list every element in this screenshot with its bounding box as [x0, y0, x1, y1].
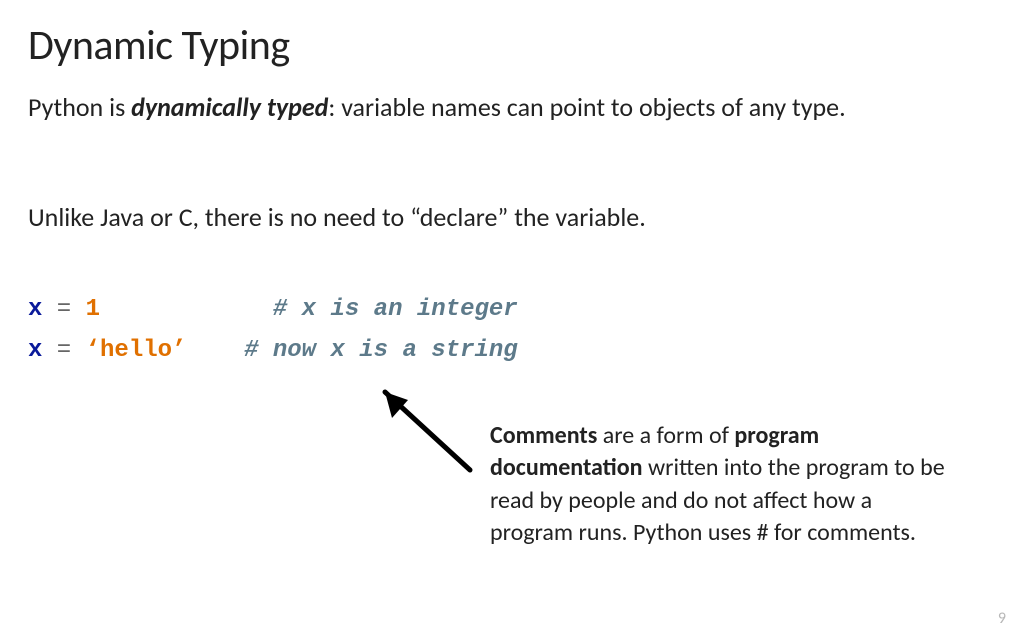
slide: Dynamic Typing Python is dynamically typ…	[0, 0, 1024, 640]
text: are a form of	[597, 421, 734, 450]
intro-paragraph: Python is dynamically typed: variable na…	[28, 90, 968, 125]
text: : variable names can point to objects of…	[328, 91, 845, 123]
code-comment: # x is an integer	[273, 296, 518, 323]
slide-title: Dynamic Typing	[28, 20, 290, 71]
comments-annotation: Comments are a form of program documenta…	[490, 420, 960, 550]
code-operator: =	[42, 296, 85, 323]
code-variable: x	[28, 296, 42, 323]
arrow-icon	[360, 380, 480, 490]
code-variable: x	[28, 337, 42, 364]
code-string: ‘hello’	[86, 337, 187, 364]
code-spacing	[100, 296, 273, 323]
page-number: 9	[998, 609, 1006, 628]
code-spacing	[186, 337, 244, 364]
second-paragraph: Unlike Java or C, there is no need to “d…	[28, 200, 968, 235]
bold-text: Comments	[490, 421, 597, 450]
code-operator: =	[42, 337, 85, 364]
text: Python is	[28, 91, 131, 123]
code-comment: # now x is a string	[244, 337, 518, 364]
emphasis-dynamically-typed: dynamically typed	[131, 91, 328, 123]
code-number: 1	[86, 296, 100, 323]
code-example: x = 1 # x is an integer x = ‘hello’ # no…	[28, 290, 518, 372]
